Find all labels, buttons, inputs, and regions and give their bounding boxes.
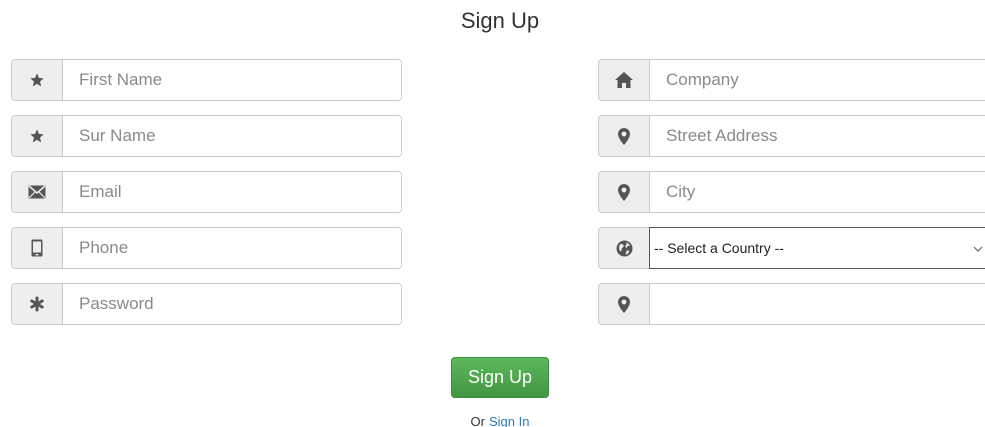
surname-input[interactable] [62,115,402,157]
extra-address-input[interactable] [649,283,985,325]
country-select-value: -- Select a Country -- [654,240,784,256]
email-group [11,171,402,213]
street-address-input[interactable] [649,115,985,157]
footer-prefix: Or [470,414,485,427]
envelope-icon [11,171,62,213]
phone-icon [11,227,62,269]
country-group: -- Select a Country -- [598,227,985,269]
sign-in-footer: Or Sign In [0,414,985,427]
email-input[interactable] [62,171,402,213]
first-name-input[interactable] [62,59,402,101]
home-icon [598,59,649,101]
extra-address-group [598,283,985,325]
sign-up-button[interactable]: Sign Up [451,357,549,398]
star-icon [11,115,62,157]
left-column [11,59,402,339]
surname-group [11,115,402,157]
first-name-group [11,59,402,101]
password-input[interactable] [62,283,402,325]
chevron-down-icon [973,240,983,256]
phone-group [11,227,402,269]
map-marker-icon [598,283,649,325]
page-title: Sign Up [460,8,540,33]
signup-page: Sign Up First Name Sur Name Email Phone … [0,0,985,427]
city-input[interactable] [649,171,985,213]
phone-input[interactable] [62,227,402,269]
map-marker-icon [598,171,649,213]
street-address-group [598,115,985,157]
company-group [598,59,985,101]
map-marker-icon [598,115,649,157]
sign-in-link[interactable]: Sign In [489,414,529,427]
asterisk-icon [11,283,62,325]
star-icon [11,59,62,101]
city-group [598,171,985,213]
company-input[interactable] [649,59,985,101]
password-group [11,283,402,325]
globe-icon [598,227,649,269]
country-select[interactable]: -- Select a Country -- [649,227,985,269]
right-column: -- Select a Country -- [598,59,985,339]
